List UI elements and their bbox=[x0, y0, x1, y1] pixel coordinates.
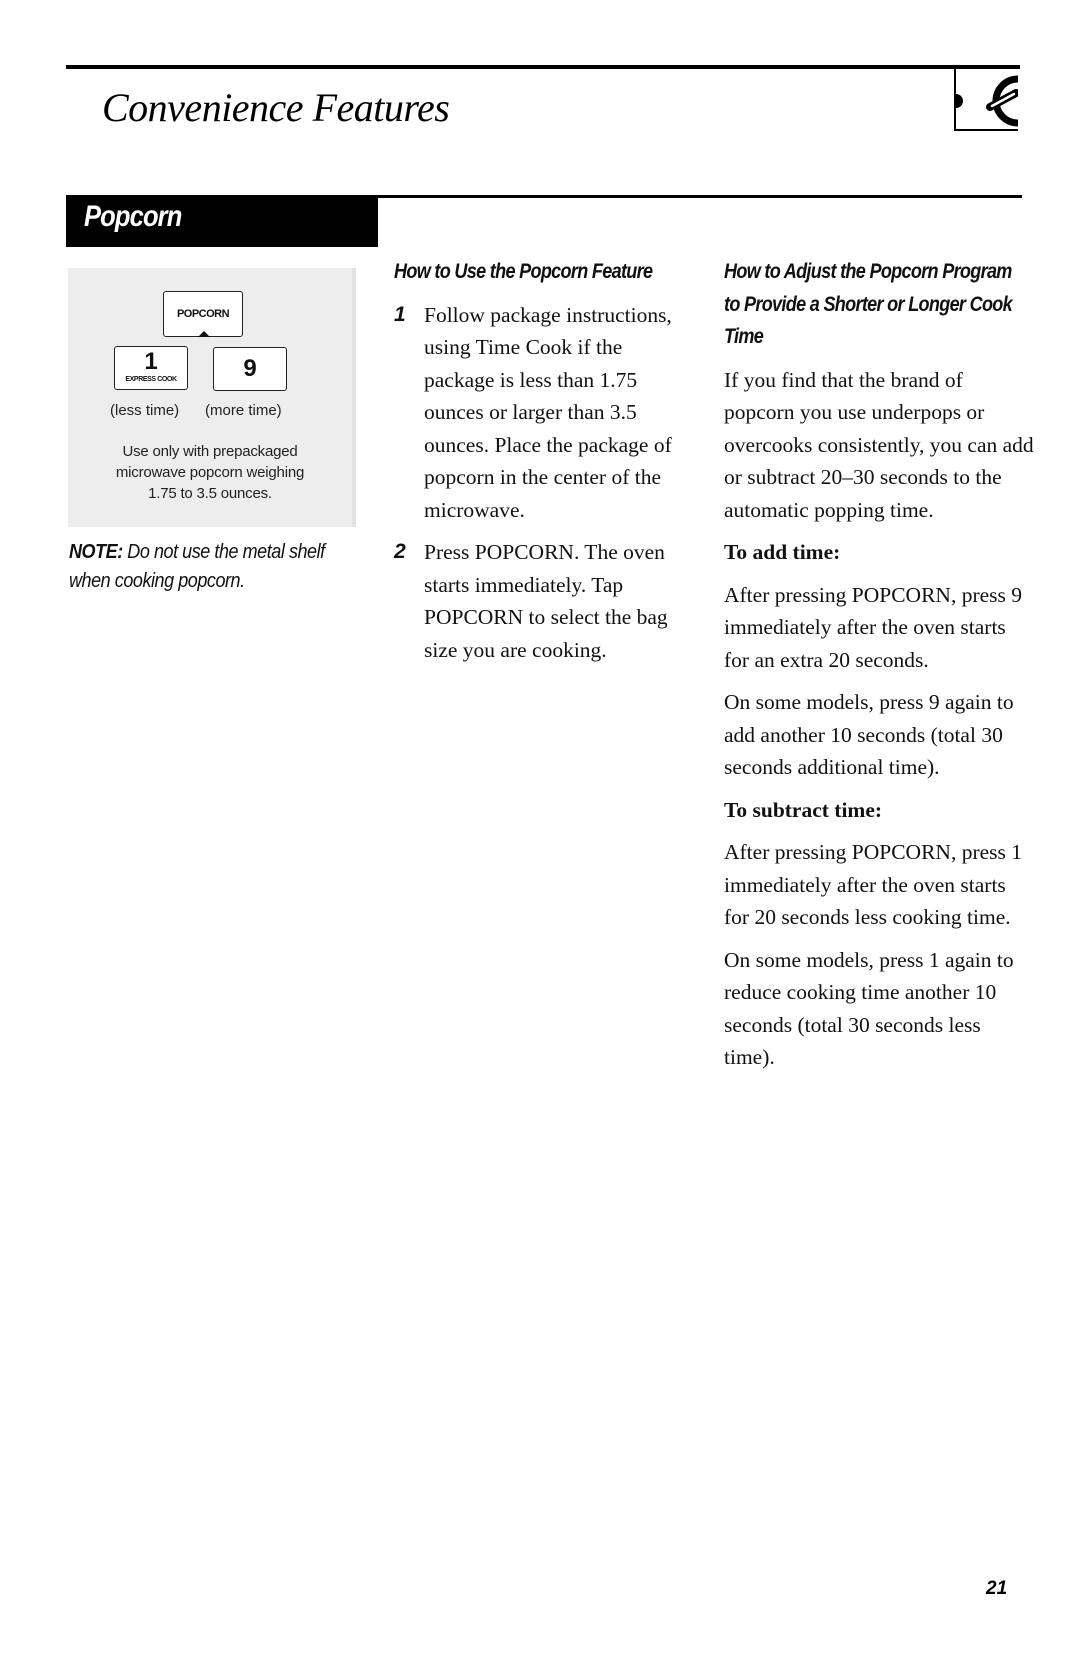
step-number: 1 bbox=[394, 302, 406, 326]
adjust-intro: If you find that the brand of popcorn yo… bbox=[724, 367, 1034, 522]
key-1-sublabel: EXPRESS COOK bbox=[125, 376, 177, 383]
panel-note-line: Use only with prepackaged bbox=[122, 443, 298, 460]
add-time-heading: To add time: bbox=[724, 540, 841, 564]
step-item: 1 Follow package instructions, using Tim… bbox=[394, 299, 694, 527]
step-text: Press POPCORN. The oven starts immediate… bbox=[424, 540, 668, 662]
pointer-arrow-icon bbox=[198, 331, 210, 337]
page-title: Convenience Features bbox=[102, 85, 450, 130]
subtract-time-paragraph: After pressing POPCORN, press 1 immediat… bbox=[724, 840, 1023, 929]
how-to-adjust-column: How to Adjust the Popcorn Program to Pro… bbox=[724, 256, 1036, 1084]
dial-knob-icon bbox=[956, 75, 1018, 127]
caption-more-time: (more time) bbox=[205, 402, 282, 419]
key-1: 1 EXPRESS COOK bbox=[114, 346, 188, 390]
add-time-paragraph: After pressing POPCORN, press 9 immediat… bbox=[724, 582, 1023, 672]
subtract-time-heading: To subtract time: bbox=[724, 797, 883, 822]
top-rule bbox=[66, 65, 1020, 69]
key-9: 9 bbox=[213, 347, 287, 391]
page-number: 21 bbox=[986, 1578, 1008, 1599]
step-text: Follow package instructions, using Time … bbox=[424, 302, 672, 522]
how-to-use-heading: How to Use the Popcorn Feature bbox=[394, 260, 653, 283]
step-number: 2 bbox=[394, 540, 406, 563]
key-9-digit: 9 bbox=[243, 355, 257, 382]
step-item: 2 Press POPCORN. The oven starts immedia… bbox=[394, 536, 694, 666]
panel-note: Use only with prepackaged microwave popc… bbox=[68, 441, 352, 504]
side-note: NOTE: Do not use the metal shelf when co… bbox=[69, 538, 339, 596]
subtract-time-paragraph: On some models, press 1 again to reduce … bbox=[724, 947, 1014, 1070]
caption-less-time: (less time) bbox=[110, 402, 180, 419]
add-time-paragraph: On some models, press 9 again to add ano… bbox=[724, 690, 1014, 779]
panel-note-line: 1.75 to 3.5 ounces. bbox=[148, 485, 272, 502]
panel-note-line: microwave popcorn weighing bbox=[115, 464, 305, 481]
how-to-use-column: How to Use the Popcorn Feature 1 Follow … bbox=[394, 256, 694, 676]
how-to-adjust-heading: How to Adjust the Popcorn Program to Pro… bbox=[724, 260, 1013, 348]
popcorn-key-label: POPCORN bbox=[176, 308, 230, 320]
key-1-digit: 1 bbox=[144, 348, 158, 375]
keypad-panel: POPCORN 1 EXPRESS COOK 9 (less time) (mo… bbox=[68, 268, 356, 527]
side-note-label: NOTE: bbox=[69, 541, 123, 563]
popcorn-key: POPCORN bbox=[163, 291, 243, 337]
section-title: Popcorn bbox=[84, 200, 182, 233]
header-icon-box bbox=[954, 67, 1018, 131]
